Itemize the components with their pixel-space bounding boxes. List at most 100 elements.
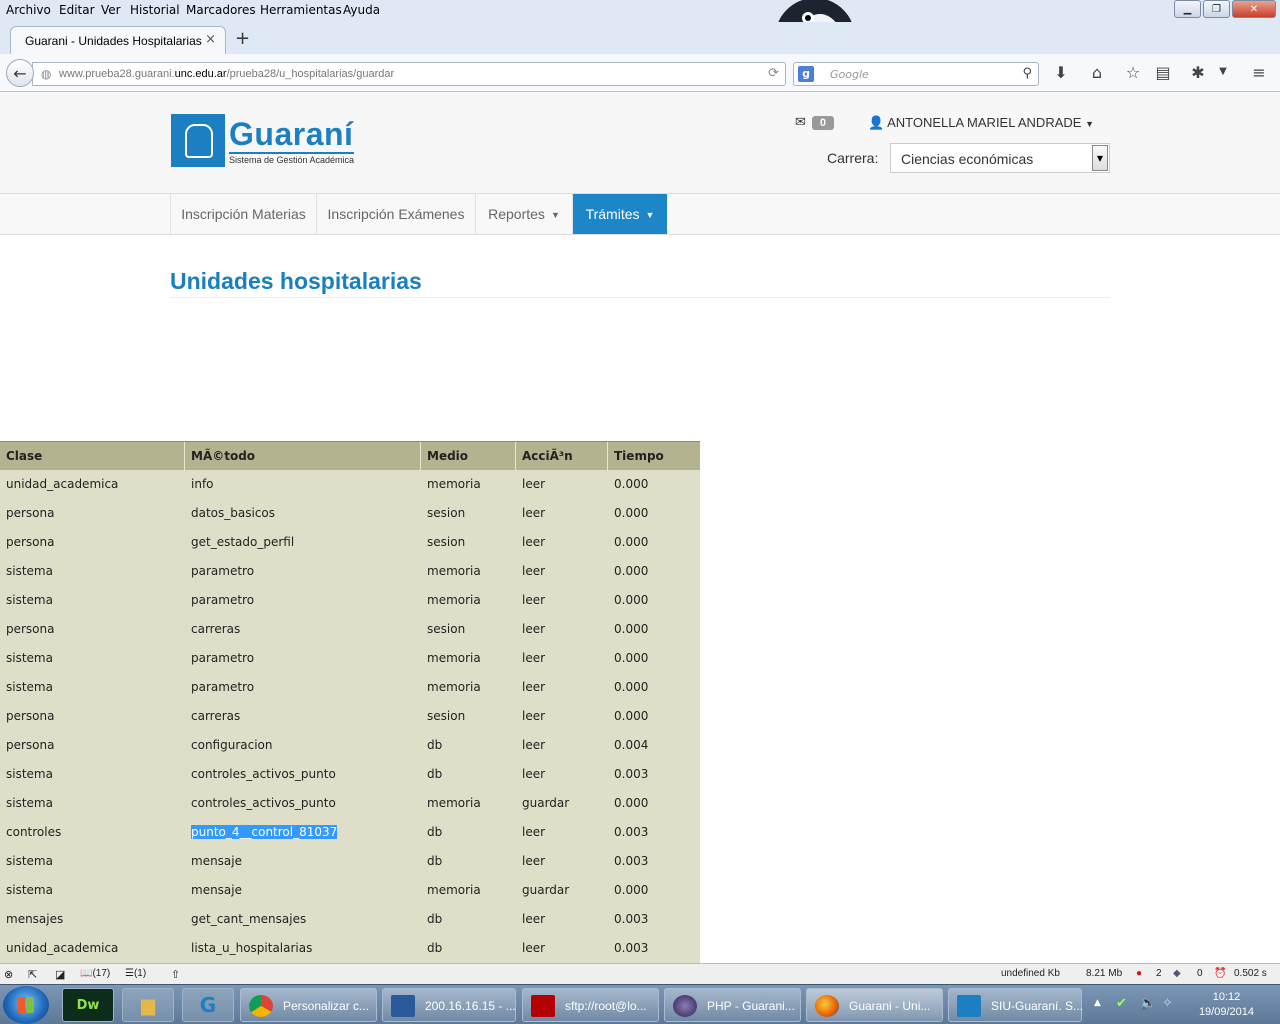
new-tab-button[interactable]: + xyxy=(235,28,250,49)
search-box[interactable]: g Google ⚲ xyxy=(793,62,1039,86)
cell-metodo: datos_basicos xyxy=(191,506,276,520)
title-divider xyxy=(170,297,1110,298)
cell-accion: leer xyxy=(522,535,546,549)
cell-tiempo: 0.000 xyxy=(614,796,649,810)
logo-name: Guaraní xyxy=(229,116,354,152)
cell-clase: persona xyxy=(6,535,55,549)
window-icon[interactable]: ◪ xyxy=(55,968,65,981)
table-row: mensajes get_cant_mensajes db leer 0.003 xyxy=(0,905,700,934)
debug-query-table: Clase MÃ©todo Medio AcciÃ³n Tiempo unida… xyxy=(0,441,700,963)
cell-accion: leer xyxy=(522,709,546,723)
cell-accion: leer xyxy=(522,622,546,636)
cell-accion: leer xyxy=(522,651,546,665)
guarani-pinned-icon[interactable]: G xyxy=(182,988,234,1022)
cell-metodo: controles_activos_punto xyxy=(191,796,336,810)
user-menu[interactable]: 👤 ANTONELLA MARIEL ANDRADE ▼ xyxy=(868,115,1094,131)
cell-metodo: carreras xyxy=(191,622,241,636)
table-row: sistema controles_activos_punto db leer 0.00… xyxy=(0,760,700,789)
tab-close-icon[interactable]: × xyxy=(205,32,216,47)
php-icon: ◆ xyxy=(1173,968,1181,979)
taskbar-item-chrome[interactable]: Personalizar c... xyxy=(240,988,377,1022)
cell-medio: memoria xyxy=(427,680,481,694)
carrera-select[interactable]: Ciencias económicas ▼ xyxy=(890,143,1110,173)
cell-metodo: mensaje xyxy=(191,883,242,897)
volume-icon[interactable]: 🔈 xyxy=(1140,996,1156,1011)
table-row: persona carreras sesion leer 0.000 xyxy=(0,702,700,731)
taskbar-item-remote[interactable]: 200.16.16.15 - ... xyxy=(382,988,516,1022)
back-button[interactable]: ← xyxy=(6,59,34,87)
search-placeholder: Google xyxy=(830,68,869,81)
browser-tab-active[interactable]: Guarani - Unidades Hospitalarias × xyxy=(10,26,226,54)
file-explorer-pinned-icon[interactable]: ▆ xyxy=(122,988,174,1022)
menu-ver[interactable]: Ver xyxy=(101,3,121,17)
cell-clase: sistema xyxy=(6,593,53,607)
nav-reportes[interactable]: Reportes ▼ xyxy=(476,194,573,234)
tray-expand-icon[interactable]: ▲ xyxy=(1094,998,1101,1008)
cell-metodo: parametro xyxy=(191,564,255,578)
shield-icon[interactable]: ✔ xyxy=(1116,996,1127,1011)
menu-archivo[interactable]: Archivo xyxy=(6,3,51,17)
carrera-selected-value: Ciencias económicas xyxy=(901,151,1034,167)
cell-medio: memoria xyxy=(427,651,481,665)
cell-clase: sistema xyxy=(6,796,53,810)
address-bar[interactable]: ◍ www.prueba28.guarani.unc.edu.ar/prueba… xyxy=(32,62,786,86)
table-header-row: Clase MÃ©todo Medio AcciÃ³n Tiempo xyxy=(0,441,700,471)
bookmarks-list-icon[interactable]: ▤ xyxy=(1153,63,1173,83)
upload-icon[interactable]: ⇧ xyxy=(171,968,180,981)
nav-inscripcion-examenes[interactable]: Inscripción Exámenes xyxy=(317,194,476,234)
start-button[interactable] xyxy=(3,986,49,1024)
list-counter[interactable]: ☰(1) xyxy=(125,968,146,979)
menu-historial[interactable]: Historial xyxy=(130,3,180,17)
cell-accion: leer xyxy=(522,680,546,694)
table-row: persona configuracion db leer 0.004 xyxy=(0,731,700,760)
minimize-button[interactable]: ▁ xyxy=(1174,0,1201,18)
cell-tiempo: 0.003 xyxy=(614,767,649,781)
bookmark-star-icon[interactable]: ☆ xyxy=(1123,63,1143,83)
error-count: 2 xyxy=(1156,968,1162,979)
windows-taskbar: Dw ▆ G Personalizar c... 200.16.16.15 - … xyxy=(0,984,1280,1024)
cell-metodo: info xyxy=(191,477,214,491)
user-icon: 👤 xyxy=(868,115,885,130)
open-external-icon[interactable]: ⇱ xyxy=(28,968,37,981)
maximize-button[interactable]: ❐ xyxy=(1203,0,1230,18)
close-window-button[interactable]: ✕ xyxy=(1232,0,1276,18)
taskbar-item-eclipse[interactable]: PHP - Guarani... xyxy=(664,988,801,1022)
menu-marcadores[interactable]: Marcadores xyxy=(186,3,256,17)
taskbar-item-siu-guarani[interactable]: SIU-Guaraní. S... xyxy=(948,988,1083,1022)
close-circle-icon[interactable]: ⊗ xyxy=(4,968,13,981)
guarani-icon xyxy=(957,995,981,1017)
menu-ayuda[interactable]: Ayuda xyxy=(343,3,380,17)
cell-metodo: parametro xyxy=(191,651,255,665)
network-tray-icon[interactable]: ✧ xyxy=(1162,996,1173,1011)
cell-medio: sesion xyxy=(427,709,466,723)
table-row: unidad_academica lista_u_hospitalarias db l… xyxy=(0,934,700,963)
site-header: Guaraní Sistema de Gestión Académica ✉ 0… xyxy=(0,92,1280,193)
cell-accion: guardar xyxy=(522,796,570,810)
dreamweaver-pinned-icon[interactable]: Dw xyxy=(62,988,114,1022)
address-url: www.prueba28.guarani.unc.edu.ar/prueba28… xyxy=(59,68,395,80)
book-counter[interactable]: 📖(17) xyxy=(80,968,110,979)
nav-tramites[interactable]: Trámites ▼ xyxy=(573,194,667,234)
download-icon[interactable]: ⬇ xyxy=(1051,63,1071,83)
guarani-logo[interactable]: Guaraní Sistema de Gestión Académica xyxy=(171,114,371,168)
table-row: sistema mensaje db leer 0.003 xyxy=(0,847,700,876)
home-icon[interactable]: ⌂ xyxy=(1087,63,1107,83)
taskbar-item-filezilla[interactable]: sftp://root@lo... xyxy=(522,988,659,1022)
addon-dropdown-icon[interactable]: ▼ xyxy=(1213,66,1233,86)
cell-metodo: get_cant_mensajes xyxy=(191,912,307,926)
cell-clase: unidad_academica xyxy=(6,941,119,955)
cell-clase: controles xyxy=(6,825,62,839)
cell-clase: persona xyxy=(6,738,55,752)
addon-icon[interactable]: ✱ xyxy=(1188,63,1208,83)
hamburger-menu-icon[interactable]: ≡ xyxy=(1249,63,1269,83)
messages-indicator[interactable]: ✉ 0 xyxy=(795,115,835,130)
nav-inscripcion-materias[interactable]: Inscripción Materias xyxy=(170,194,317,234)
taskbar-item-firefox[interactable]: Guarani - Uni... xyxy=(806,988,943,1022)
search-icon[interactable]: ⚲ xyxy=(1022,66,1032,81)
reload-icon[interactable]: ⟳ xyxy=(768,66,779,81)
taskbar-clock[interactable]: 10:12 19/09/2014 xyxy=(1199,990,1254,1020)
cell-accion: leer xyxy=(522,506,546,520)
menu-herramientas[interactable]: Herramientas xyxy=(260,3,342,17)
menu-editar[interactable]: Editar xyxy=(59,3,95,17)
tab-title: Guarani - Unidades Hospitalarias xyxy=(25,34,202,48)
